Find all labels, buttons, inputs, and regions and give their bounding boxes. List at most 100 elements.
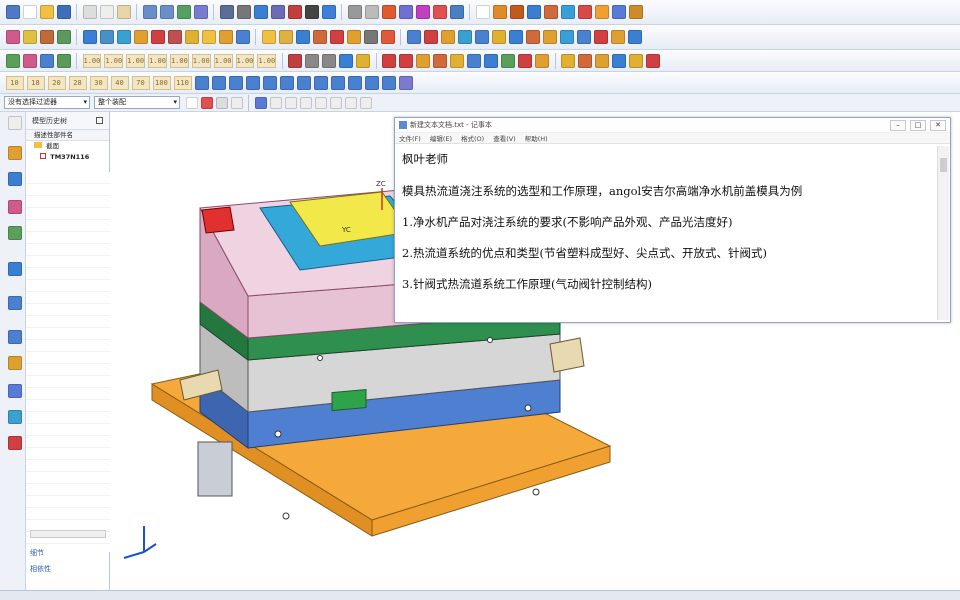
- quadrant-icon[interactable]: [314, 96, 327, 109]
- replace-icon[interactable]: [578, 53, 593, 68]
- cavity-icon[interactable]: [423, 30, 438, 44]
- pad-icon[interactable]: [646, 53, 661, 68]
- arc-icon[interactable]: [313, 75, 328, 90]
- menu-edit[interactable]: 编辑(E): [430, 133, 452, 143]
- runner-icon[interactable]: [167, 30, 182, 44]
- select-all-icon[interactable]: [185, 96, 198, 109]
- quick-button-20[interactable]: 20: [47, 75, 66, 90]
- copy-icon[interactable]: [99, 5, 114, 19]
- system-materials-icon[interactable]: [7, 356, 22, 370]
- center-icon[interactable]: [299, 96, 312, 109]
- table-icon[interactable]: [99, 30, 114, 44]
- edit-icon[interactable]: [561, 53, 576, 68]
- mid-point-icon[interactable]: [284, 96, 297, 109]
- project-icon[interactable]: [22, 30, 37, 44]
- gear-icon[interactable]: [363, 30, 378, 44]
- sweep-icon[interactable]: [467, 53, 482, 68]
- quick-button-30[interactable]: 30: [89, 75, 108, 90]
- checkbox-icon[interactable]: [40, 153, 46, 159]
- subtract-icon[interactable]: [433, 53, 448, 68]
- unite-icon[interactable]: [416, 53, 431, 68]
- hd3d-icon[interactable]: [7, 262, 22, 276]
- scrollbar-thumb[interactable]: [940, 158, 947, 172]
- lasso-icon[interactable]: [230, 96, 243, 109]
- vector-icon[interactable]: [398, 5, 413, 19]
- cross-section-icon[interactable]: [364, 75, 379, 90]
- scale-3[interactable]: 1.00: [126, 53, 146, 68]
- drawing-icon[interactable]: [56, 53, 71, 68]
- stack-icon[interactable]: [184, 30, 199, 44]
- point-set-icon[interactable]: [356, 53, 371, 68]
- settings-icon[interactable]: [7, 116, 22, 130]
- menu-format[interactable]: 格式(O): [461, 133, 484, 143]
- filter-icon[interactable]: [200, 96, 213, 109]
- notepad-title-bar[interactable]: 新建文本文档.txt - 记事本: [395, 118, 950, 133]
- offset-icon[interactable]: [593, 30, 608, 44]
- thicken-icon[interactable]: [518, 53, 533, 68]
- clip-icon[interactable]: [381, 75, 396, 90]
- cut-icon[interactable]: [82, 5, 97, 19]
- scope-dropdown[interactable]: 整个装配: [94, 96, 180, 109]
- deselect-icon[interactable]: [215, 96, 228, 109]
- wave-link-icon[interactable]: [22, 53, 37, 68]
- scale-9[interactable]: 1.00: [257, 53, 277, 68]
- selection-filter-dropdown[interactable]: 没有选择过滤器: [4, 96, 90, 109]
- mold-icon[interactable]: [492, 5, 507, 19]
- chamfer-icon[interactable]: [194, 75, 209, 90]
- pattern-icon[interactable]: [116, 30, 131, 44]
- new-file-icon[interactable]: [22, 5, 37, 19]
- insert-icon[interactable]: [560, 5, 575, 19]
- spline-icon[interactable]: [339, 53, 354, 68]
- snap-point-icon[interactable]: [254, 96, 267, 109]
- save-icon[interactable]: [56, 5, 71, 19]
- view-icon[interactable]: [219, 5, 234, 19]
- slide-icon[interactable]: [577, 5, 592, 19]
- scale-1[interactable]: 1.00: [82, 53, 102, 68]
- trim-icon[interactable]: [406, 30, 421, 44]
- redo-icon[interactable]: [159, 5, 174, 19]
- reuse-library-icon[interactable]: [7, 226, 22, 240]
- close-button[interactable]: ✕: [930, 120, 946, 131]
- vertical-scrollbar[interactable]: [937, 146, 949, 320]
- process-studio-icon[interactable]: [7, 384, 22, 398]
- section-icon[interactable]: [279, 75, 294, 90]
- parting-icon[interactable]: [474, 30, 489, 44]
- blend-icon[interactable]: [627, 30, 642, 44]
- body-icon[interactable]: [559, 30, 574, 44]
- scale-8[interactable]: 1.00: [235, 53, 255, 68]
- pin-icon[interactable]: [96, 117, 103, 124]
- locating-block[interactable]: [201, 206, 235, 234]
- tree-item-assembly[interactable]: TM37N116: [26, 152, 109, 163]
- new-sketch-icon[interactable]: [380, 30, 395, 44]
- workpiece-icon[interactable]: [39, 30, 54, 44]
- bracket-icon[interactable]: [278, 30, 293, 44]
- zoom-icon[interactable]: [398, 75, 413, 90]
- cooling-line-icon[interactable]: [329, 30, 344, 44]
- draft-icon[interactable]: [610, 30, 625, 44]
- web-browser-icon[interactable]: [7, 296, 22, 310]
- maximize-button[interactable]: □: [910, 120, 926, 131]
- extend-icon[interactable]: [508, 30, 523, 44]
- point-icon[interactable]: [381, 5, 396, 19]
- manufacturing-wizard-icon[interactable]: [7, 410, 22, 424]
- edge-icon[interactable]: [304, 5, 319, 19]
- quick-button-110[interactable]: 110: [173, 75, 192, 90]
- undo-icon[interactable]: [142, 5, 157, 19]
- end-point-icon[interactable]: [269, 96, 282, 109]
- bar-icon[interactable]: [201, 30, 216, 44]
- angle-icon[interactable]: [245, 75, 260, 90]
- part-icon[interactable]: [543, 5, 558, 19]
- line-icon[interactable]: [288, 53, 303, 68]
- shell-icon[interactable]: [535, 53, 550, 68]
- standard-part-icon[interactable]: [133, 30, 148, 44]
- render-icon[interactable]: [236, 5, 251, 19]
- measure-icon[interactable]: [432, 5, 447, 19]
- menu-file[interactable]: 文件(F): [399, 133, 421, 143]
- quick-button-100[interactable]: 100: [152, 75, 171, 90]
- grid-icon[interactable]: [82, 30, 97, 44]
- scale-5[interactable]: 1.00: [169, 53, 189, 68]
- wave-icon[interactable]: [296, 75, 311, 90]
- scale-4[interactable]: 1.00: [148, 53, 167, 68]
- horizontal-scrollbar[interactable]: [30, 530, 106, 538]
- mirror-icon[interactable]: [629, 53, 644, 68]
